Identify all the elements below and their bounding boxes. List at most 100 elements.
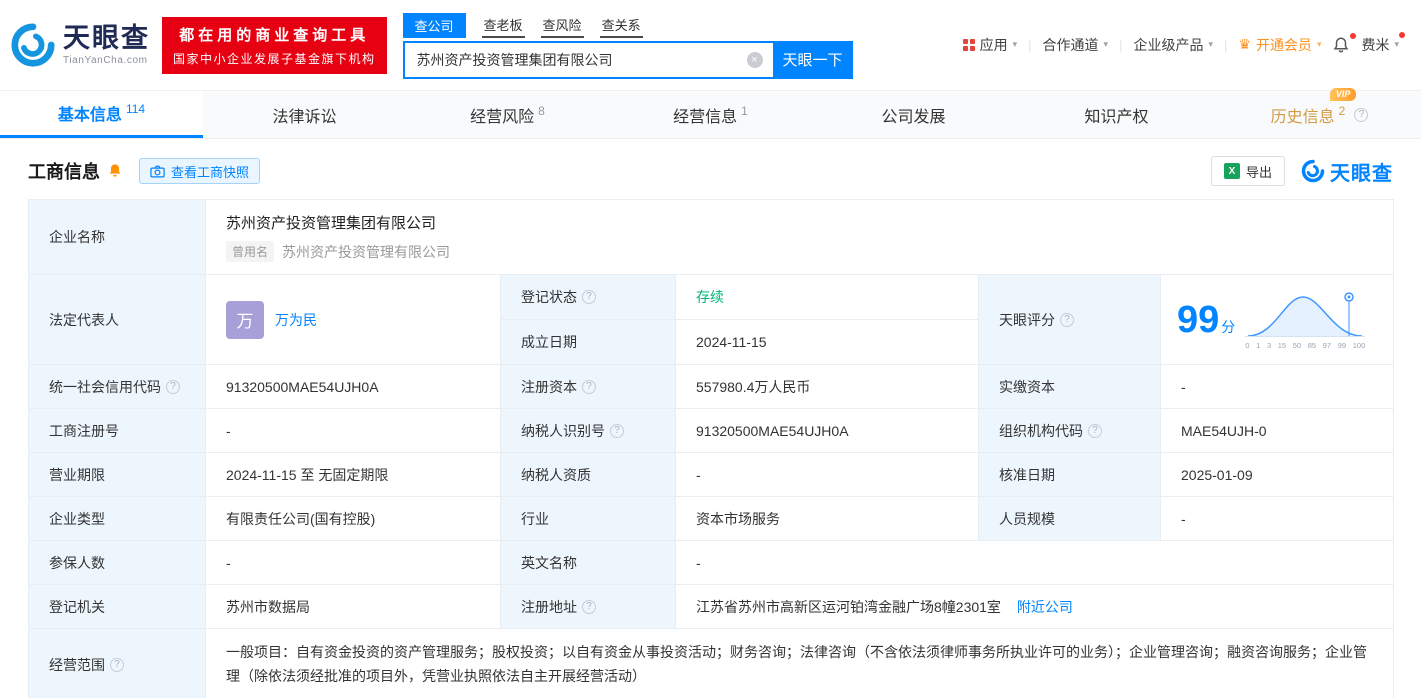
field-label-reg-authority: 登记机关 <box>28 584 206 629</box>
tab-risk[interactable]: 经营风险 8 <box>406 91 609 138</box>
table-row: 经营范围? 一般项目：自有资金投资的资产管理服务；股权投资；以自有资金从事投资活… <box>28 628 1395 698</box>
chevron-down-icon: ▾ <box>1208 40 1213 50</box>
tab-count: 114 <box>125 102 146 116</box>
tianyancha-logo[interactable]: 天眼查 TianYanCha.com <box>10 22 150 68</box>
field-label-reg-status: 登记状态? <box>500 274 676 320</box>
field-label-staff-size: 人员规模 <box>978 496 1161 541</box>
search-tab-risk[interactable]: 查风险 <box>540 12 584 38</box>
search-tab-relation[interactable]: 查关系 <box>599 12 643 38</box>
search-tab-boss[interactable]: 查老板 <box>481 12 525 38</box>
snapshot-button[interactable]: 查看工商快照 <box>139 158 261 184</box>
export-button-label: 导出 <box>1245 164 1272 180</box>
nav-user[interactable]: 费米 ▾ <box>1361 32 1405 55</box>
help-icon[interactable]: ? <box>610 423 624 438</box>
business-scope-text: 一般项目：自有资金投资的资产管理服务；股权投资；以自有资金从事投资活动；财务咨询… <box>226 644 1367 684</box>
search-button[interactable]: 天眼一下 <box>772 40 853 79</box>
bell-icon <box>109 164 121 177</box>
table-row: 统一社会信用代码? 91320500MAE54UJH0A 注册资本? 55798… <box>28 364 1395 409</box>
field-label-industry: 行业 <box>500 496 676 541</box>
help-icon[interactable]: ? <box>1060 312 1074 327</box>
tab-legal[interactable]: 法律诉讼 <box>203 91 406 138</box>
field-label-score: 天眼评分? <box>978 274 1161 365</box>
export-button[interactable]: X 导出 <box>1210 156 1285 186</box>
help-icon[interactable]: ? <box>1088 423 1102 438</box>
nav-enterprise[interactable]: 企业级产品 ▾ <box>1133 35 1213 55</box>
field-value-org-code: MAE54UJH-0 <box>1159 408 1395 453</box>
status-badge: 存续 <box>696 289 724 305</box>
search-clear-icon[interactable]: × <box>746 51 763 68</box>
business-info-header: 工商信息 查看工商快照 X 导出 天眼查 <box>28 139 1393 199</box>
tab-label: 法律诉讼 <box>272 108 337 126</box>
score-axis: 0 1 3 15 50 85 97 99 100 <box>1245 340 1366 350</box>
table-row: 工商注册号 - 纳税人识别号? 91320500MAE54UJH0A 组织机构代… <box>28 408 1395 453</box>
nav-apps[interactable]: 应用 ▾ <box>962 35 1017 55</box>
tab-development[interactable]: 公司发展 <box>812 91 1015 138</box>
help-icon[interactable]: ? <box>166 379 180 394</box>
tab-label: 公司发展 <box>881 108 946 126</box>
promo-banner-line1: 都在用的商业查询工具 <box>179 26 370 44</box>
nav-enterprise-label: 企业级产品 <box>1133 37 1204 53</box>
legal-rep-link[interactable]: 万为民 <box>275 310 317 330</box>
former-name: 苏州资产投资管理有限公司 <box>282 243 451 260</box>
top-header: 天眼查 TianYanCha.com 都在用的商业查询工具 国家中小企业发展子基… <box>0 0 1421 91</box>
help-icon[interactable]: ? <box>582 290 596 304</box>
camera-icon <box>150 165 165 177</box>
score-chart: 0 1 3 15 50 85 97 99 100 <box>1245 290 1366 350</box>
nav-vip[interactable]: ♛ 开通会员 ▾ <box>1238 35 1321 55</box>
tab-label: 经营风险 <box>470 108 535 126</box>
field-label-taxpayer-quality: 纳税人资质 <box>500 452 676 497</box>
bell-icon <box>1334 37 1349 53</box>
field-value-industry: 资本市场服务 <box>675 496 979 541</box>
field-value-staff-size: - <box>1159 496 1395 541</box>
field-value-reg-address: 江苏省苏州市高新区运河铂湾金融广场8幢2301室 附近公司 <box>674 584 1395 629</box>
score-curve-chart <box>1245 291 1366 337</box>
monitor-bell-button[interactable] <box>107 163 123 179</box>
score-value: 99 分 <box>1177 298 1236 341</box>
crown-icon: ♛ <box>1238 37 1251 53</box>
search-input[interactable] <box>402 40 773 79</box>
tab-label: 历史信息 <box>1270 108 1335 126</box>
nav-separator: | <box>1223 37 1228 53</box>
field-label-reg-address: 注册地址? <box>500 584 676 629</box>
field-label-credit-code: 统一社会信用代码? <box>28 364 206 409</box>
field-value-reg-number: - <box>205 408 501 453</box>
tab-history[interactable]: VIP 历史信息 2 ? <box>1218 87 1421 138</box>
logo-swirl-icon <box>1301 159 1325 183</box>
tab-basic-info[interactable]: 基本信息 114 <box>0 91 203 138</box>
field-label-business-scope: 经营范围? <box>28 628 206 698</box>
business-info-table: 企业名称 苏州资产投资管理集团有限公司 曾用名 苏州资产投资管理有限公司 法定代… <box>28 199 1395 698</box>
brand-domain: TianYanCha.com <box>63 54 148 66</box>
field-value-english-name: - <box>674 540 1395 585</box>
field-value-reg-authority: 苏州市数据局 <box>205 584 501 629</box>
legal-rep-avatar[interactable]: 万 <box>226 300 264 339</box>
nav-partner[interactable]: 合作通道 ▾ <box>1043 35 1109 55</box>
field-label-company-type: 企业类型 <box>28 496 206 541</box>
help-icon[interactable]: ? <box>1354 107 1369 122</box>
field-label-taxpayer-id: 纳税人识别号? <box>500 408 676 453</box>
nav-separator: | <box>1028 37 1032 53</box>
field-label-org-code: 组织机构代码? <box>978 408 1161 453</box>
field-label-reg-number: 工商注册号 <box>28 408 206 453</box>
field-label-approval-date: 核准日期 <box>978 452 1161 497</box>
company-name: 苏州资产投资管理集团有限公司 <box>226 215 437 232</box>
section-title: 工商信息 <box>28 162 100 182</box>
vip-badge: VIP <box>1329 87 1357 102</box>
field-value-score: 99 分 0 1 3 15 50 85 97 99 100 <box>1159 274 1395 365</box>
excel-icon: X <box>1223 163 1240 179</box>
field-value-taxpayer-quality: - <box>675 452 979 497</box>
help-icon[interactable]: ? <box>582 599 596 614</box>
notification-dot <box>1350 33 1357 39</box>
tianyancha-watermark: 天眼查 <box>1301 157 1393 186</box>
field-value-reg-status: 存续 <box>675 274 979 320</box>
help-icon[interactable]: ? <box>110 657 124 672</box>
search-area: 查公司 查老板 查风险 查关系 × 天眼一下 <box>402 12 853 79</box>
tab-operation[interactable]: 经营信息 1 <box>609 91 812 138</box>
tab-label: 基本信息 <box>57 107 122 124</box>
search-tab-company[interactable]: 查公司 <box>402 12 466 38</box>
notifications-button[interactable] <box>1332 33 1357 54</box>
search-box: × 天眼一下 <box>402 40 853 79</box>
top-nav: 应用 ▾ | 合作通道 ▾ | 企业级产品 ▾ | ♛ 开通会员 ▾ 费米 ▾ <box>962 32 1405 55</box>
help-icon[interactable]: ? <box>582 379 596 394</box>
tab-ip[interactable]: 知识产权 <box>1015 91 1218 138</box>
nearby-companies-link[interactable]: 附近公司 <box>1017 599 1073 615</box>
